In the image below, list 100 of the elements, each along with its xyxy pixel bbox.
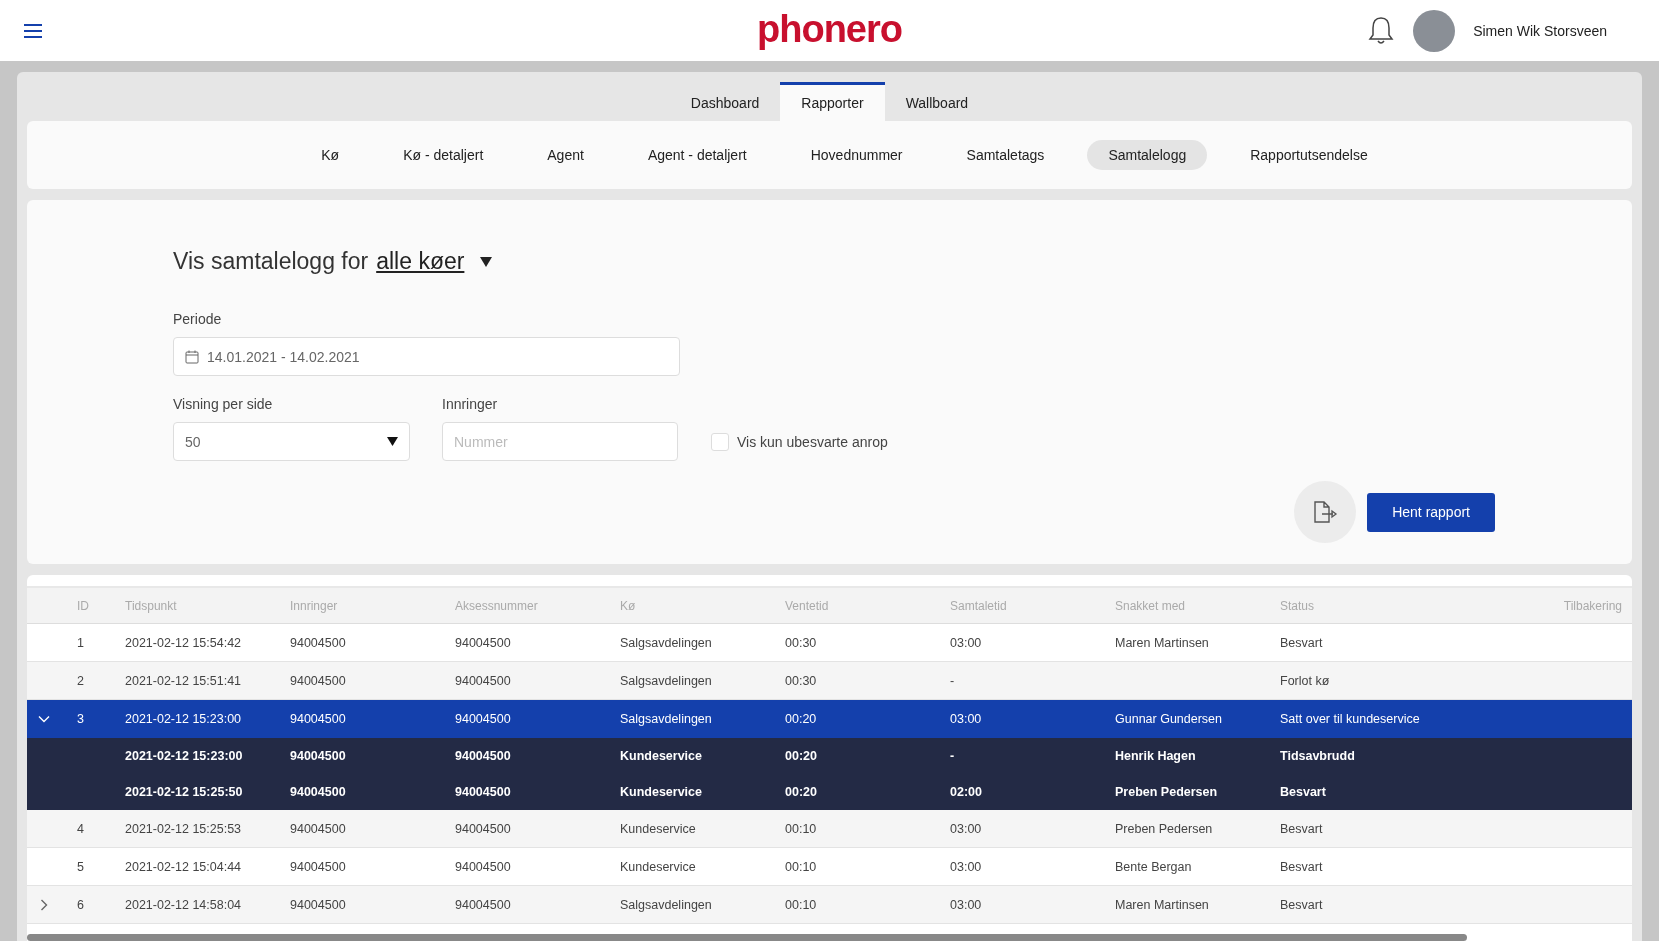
table-cell-text: Besvart — [1280, 821, 1324, 836]
table-cell-text: 94004500 — [290, 749, 347, 763]
table-row[interactable]: 4 2021-02-12 15:25:53 94004500 94004500 Kundeservice 00:10 03:00 Preben Pedersen Besvart — [27, 810, 1632, 848]
table-cell-text: 2021-02-12 15:23:00 — [125, 749, 244, 763]
table-cell-text: Bente Bergan — [1115, 859, 1193, 874]
table-cell-text: Preben Pedersen — [1115, 821, 1214, 836]
caret-icon[interactable] — [480, 256, 493, 267]
column-header: Kø — [620, 598, 637, 613]
table-cell-text: Maren Martinsen — [1115, 897, 1210, 912]
table-cell-text: 3 — [77, 712, 85, 726]
table-cell-text: 5 — [77, 859, 85, 874]
table-cell-text: Kundeservice — [620, 821, 697, 836]
logo: phonero — [757, 8, 902, 51]
fetch-report-button[interactable]: Hent rapport — [1367, 492, 1495, 532]
table-cell-text: 94004500 — [455, 712, 512, 726]
calendar-icon — [185, 349, 199, 364]
table-cell-text: 94004500 — [290, 635, 347, 650]
column-header: ID — [77, 598, 90, 613]
table-cell-text: 00:20 — [785, 749, 818, 763]
table-row[interactable]: 3 2021-02-12 15:23:00 94004500 94004500 Salgsavdelingen 00:20 03:00 Gunnar Gundersen Satt over til kundeservice — [27, 700, 1632, 738]
table-cell-text: Kundeservice — [620, 859, 697, 874]
scrollbar[interactable] — [27, 934, 1467, 941]
table-cell-text: 94004500 — [455, 859, 512, 874]
table-cell-text: 03:00 — [950, 635, 983, 650]
bell-icon[interactable] — [1367, 15, 1396, 46]
table-cell-text: 94004500 — [290, 897, 347, 912]
checkbox[interactable] — [711, 432, 729, 451]
main-tab[interactable]: Dashboard — [669, 82, 781, 121]
table-cell-text: 02:00 — [950, 785, 983, 799]
table-cell-text: 00:20 — [785, 712, 818, 726]
caller-input[interactable]: Nummer — [442, 422, 678, 461]
column-header: Tidspunkt — [125, 598, 178, 613]
column-header: Samtaletid — [950, 598, 1008, 613]
table-cell-text: Salgsavdelingen — [620, 897, 713, 912]
report-tab[interactable]: Agent - detaljert — [626, 140, 768, 170]
table-cell-text: 6 — [77, 897, 85, 912]
table-cell-text: - — [950, 673, 956, 688]
table-cell-text: 94004500 — [455, 785, 512, 799]
per-page-select[interactable]: 50 — [173, 422, 410, 461]
table-cell-text: Kundeservice — [620, 749, 703, 763]
avatar[interactable] — [1413, 9, 1456, 52]
table-cell-text: 03:00 — [950, 712, 983, 726]
report-tab[interactable]: Kø - detaljert — [382, 140, 505, 170]
table-cell-text: 94004500 — [290, 859, 347, 874]
checkbox-label: Vis kun ubesvarte anrop — [737, 433, 888, 450]
table-cell-text: 00:20 — [785, 785, 818, 799]
report-tab[interactable]: Agent — [526, 140, 605, 170]
report-tab[interactable]: Samtaletags — [945, 140, 1066, 170]
table-cell-text: 2021-02-12 15:23:00 — [125, 712, 243, 726]
queue-link[interactable]: alle køer — [376, 248, 465, 275]
table-cell-text: Forlot kø — [1280, 673, 1331, 688]
table-cell-text: 2021-02-12 15:25:53 — [125, 821, 243, 836]
table-cell-text: 00:10 — [785, 897, 818, 912]
column-header: Innringer — [290, 598, 339, 613]
table-cell-text: Satt over til kundeservice — [1280, 712, 1421, 726]
main-tab[interactable]: Rapporter — [780, 82, 885, 121]
table-cell-text: 2021-02-12 15:04:44 — [125, 859, 243, 874]
table-cell-text: 94004500 — [455, 897, 512, 912]
table-cell-text: 94004500 — [290, 821, 347, 836]
table-cell-text: Salgsavdelingen — [620, 712, 713, 726]
table-cell-text: 03:00 — [950, 821, 983, 836]
table-cell-text: - — [950, 749, 956, 763]
table-row[interactable]: 6 2021-02-12 14:58:04 94004500 94004500 Salgsavdelingen 00:10 03:00 Maren Martinsen Besvart — [27, 886, 1632, 924]
report-tab[interactable]: Rapportutsendelse — [1229, 140, 1389, 170]
table-cell-text: Besvart — [1280, 785, 1327, 799]
field-label: Visning per side — [173, 396, 274, 412]
file-export-icon — [1312, 500, 1339, 524]
table-cell-text: 2021-02-12 15:25:50 — [125, 785, 244, 799]
table-cell-text: Besvart — [1280, 897, 1324, 912]
table-cell-text: 94004500 — [290, 785, 347, 799]
report-tab[interactable]: Kø — [300, 140, 361, 170]
table-cell-text: Gunnar Gundersen — [1115, 712, 1223, 726]
table-cell-text: Maren Martinsen — [1115, 635, 1210, 650]
table-cell-text: 2021-02-12 14:58:04 — [125, 897, 243, 912]
table-cell-text: Kundeservice — [620, 785, 703, 799]
table-row[interactable]: 2 2021-02-12 15:51:41 94004500 94004500 Salgsavdelingen 00:30 - Forlot kø — [27, 662, 1632, 700]
table-cell-text: Salgsavdelingen — [620, 635, 713, 650]
field-label: Innringer — [442, 396, 499, 412]
table-cell-text: 00:30 — [785, 673, 818, 688]
column-header: Ventetid — [785, 598, 830, 613]
table-cell-text: 00:30 — [785, 635, 818, 650]
table-cell-text: 2021-02-12 15:54:42 — [125, 635, 243, 650]
table-cell-text: Henrik Hagen — [1115, 749, 1197, 763]
table-cell-text: Salgsavdelingen — [620, 673, 713, 688]
column-header: Status — [1280, 598, 1316, 613]
table-cell-text: Preben Pedersen — [1115, 785, 1219, 799]
report-tab[interactable]: Samtalelogg — [1087, 140, 1208, 170]
table-cell-text: 03:00 — [950, 897, 983, 912]
table-cell-text: Tidsavbrudd — [1280, 749, 1356, 763]
table-cell-text: 1 — [77, 635, 85, 650]
report-tab[interactable]: Hovednummer — [789, 140, 924, 170]
column-header: Tilbakering — [1562, 598, 1623, 613]
table-cell-text: 94004500 — [455, 821, 512, 836]
table-cell-text: 00:10 — [785, 859, 818, 874]
date-range-field[interactable]: 14.01.2021 - 14.02.2021 — [173, 337, 680, 376]
table-cell-text: 94004500 — [455, 749, 512, 763]
table-cell-text: 94004500 — [290, 712, 347, 726]
menu-icon[interactable] — [24, 23, 42, 38]
column-header: Snakket med — [1115, 598, 1187, 613]
main-tab[interactable]: Wallboard — [884, 82, 990, 121]
